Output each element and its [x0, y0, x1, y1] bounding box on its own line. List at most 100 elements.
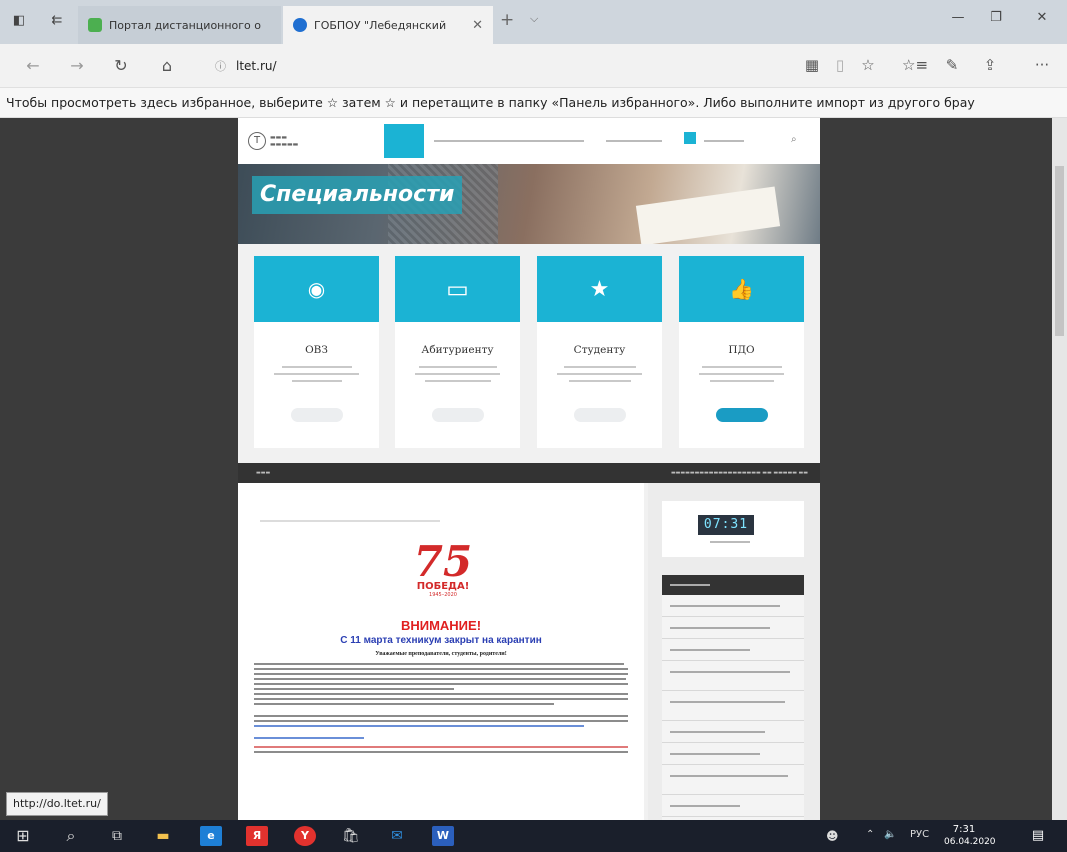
- paragraph: [254, 693, 628, 708]
- yandex-icon[interactable]: Я: [246, 826, 268, 846]
- card-title: ОВЗ: [305, 344, 328, 356]
- more-icon[interactable]: ···: [1030, 56, 1054, 74]
- logo-text: ▬▬▬ ▬▬▬▬▬: [270, 134, 299, 148]
- start-button-icon[interactable]: ⊞: [12, 826, 34, 846]
- show-hidden-icons-chevron-icon[interactable]: ⌃: [866, 829, 874, 840]
- card-button[interactable]: [291, 408, 343, 422]
- sidebar-item[interactable]: [662, 765, 804, 795]
- feature-cards: ◉ ОВЗ ▭ Абитуриенту ★ Студенту 👍 ПДО: [254, 256, 804, 448]
- banner-paper: [635, 186, 781, 244]
- reading-view-icon[interactable]: ▦: [800, 56, 824, 74]
- star-icon[interactable]: ☆: [856, 56, 880, 74]
- language-indicator[interactable]: РУС: [910, 829, 929, 840]
- notifications-icon[interactable]: ▤: [1028, 826, 1048, 846]
- sidebar-item[interactable]: [662, 795, 804, 817]
- yandex-browser-icon[interactable]: Y: [294, 826, 316, 846]
- edge-icon[interactable]: e: [200, 826, 222, 846]
- card-ovz[interactable]: ◉ ОВЗ: [254, 256, 379, 448]
- card-header: ◉: [254, 256, 379, 322]
- tab-portal[interactable]: Портал дистанционного о: [78, 6, 281, 44]
- status-url-tooltip: http://do.ltet.ru/: [6, 792, 108, 816]
- card-student[interactable]: ★ Студенту: [537, 256, 662, 448]
- address-bar[interactable]: ⓘ ltet.ru/: [215, 54, 795, 78]
- site-logo[interactable]: Т ▬▬▬ ▬▬▬▬▬: [248, 130, 322, 152]
- site-search-icon[interactable]: ⌕: [791, 134, 797, 145]
- card-button-active[interactable]: [716, 408, 768, 422]
- tab-title: ГОБПОУ "Лебедянский: [314, 18, 447, 32]
- card-button[interactable]: [432, 408, 484, 422]
- card-description: [699, 366, 784, 387]
- website: Т ▬▬▬ ▬▬▬▬▬ ⌕ Специальности ◉ ОВЗ ▭ Абит…: [238, 118, 820, 820]
- word-icon[interactable]: W: [432, 826, 454, 846]
- info-bar-right: ▬▬▬▬▬▬▬▬▬▬▬▬▬▬▬▬▬▬▬ ▬▬ ▬▬▬▬▬ ▬▬: [670, 470, 808, 476]
- sidebar-item[interactable]: [662, 691, 804, 721]
- clock-time: 7:31: [952, 824, 976, 835]
- logo-emblem-icon: Т: [248, 132, 266, 150]
- clock-date: 06.04.2020: [944, 837, 996, 847]
- banner-title: Специальности: [252, 176, 463, 214]
- paragraph: [254, 746, 628, 756]
- forward-button[interactable]: →: [66, 56, 88, 75]
- clock-date: [710, 541, 750, 543]
- sidebar-item[interactable]: [662, 595, 804, 617]
- sidebar: 07:31: [648, 483, 820, 820]
- card-abiturient[interactable]: ▭ Абитуриенту: [395, 256, 520, 448]
- nav-badge-icon: [684, 132, 696, 144]
- split-icon[interactable]: ▯: [828, 56, 852, 74]
- clock-widget: 07:31: [662, 501, 804, 557]
- portal-favicon-icon: [88, 18, 102, 32]
- clock-face: 07:31: [698, 515, 754, 535]
- info-bar-left: ▬▬▬: [256, 470, 271, 476]
- logo-word: ПОБЕДА!: [416, 581, 470, 592]
- nav-item[interactable]: [698, 124, 758, 158]
- card-button[interactable]: [574, 408, 626, 422]
- page-viewport: Т ▬▬▬ ▬▬▬▬▬ ⌕ Специальности ◉ ОВЗ ▭ Абит…: [0, 118, 1052, 820]
- home-button[interactable]: ⌂: [156, 56, 178, 75]
- close-tab-icon[interactable]: ✕: [472, 18, 483, 33]
- link-line[interactable]: [254, 737, 628, 742]
- tab-preview-icon[interactable]: ◧: [10, 12, 28, 30]
- sidebar-item[interactable]: [662, 617, 804, 639]
- paragraph: [254, 715, 628, 730]
- volume-icon[interactable]: 🔈: [884, 829, 896, 840]
- clock[interactable]: 7:31 06.04.2020: [944, 823, 996, 849]
- minimize-button[interactable]: —: [938, 10, 978, 25]
- set-aside-tabs-icon[interactable]: ⇇: [48, 12, 66, 30]
- close-window-button[interactable]: ✕: [1022, 10, 1062, 25]
- main-content: 75 ПОБЕДА! 1945–2020 ВНИМАНИЕ! С 11 март…: [238, 483, 644, 820]
- sidebar-item[interactable]: [662, 639, 804, 661]
- card-title: Абитуриенту: [421, 344, 494, 356]
- refresh-button[interactable]: ↻: [110, 56, 132, 75]
- task-view-icon[interactable]: ⧉: [106, 826, 128, 846]
- file-explorer-icon[interactable]: ▬: [152, 826, 174, 846]
- card-description: [274, 366, 359, 387]
- browser-tab-bar: ◧ ⇇ Портал дистанционного о ГОБПОУ "Лебе…: [0, 0, 1067, 44]
- nav-item[interactable]: [600, 124, 670, 158]
- share-icon[interactable]: ⇪: [978, 56, 1002, 74]
- scrollbar-thumb[interactable]: [1055, 166, 1064, 336]
- pen-icon[interactable]: ✎: [940, 56, 964, 74]
- mail-icon[interactable]: ✉: [386, 826, 408, 846]
- tab-gobpou[interactable]: ГОБПОУ "Лебедянский ✕: [283, 6, 493, 44]
- victory-75-logo: 75 ПОБЕДА! 1945–2020: [408, 541, 478, 603]
- maximize-button[interactable]: ❐: [976, 10, 1016, 25]
- card-pdo[interactable]: 👍 ПДО: [679, 256, 804, 448]
- store-icon[interactable]: 🛍: [340, 826, 362, 846]
- nav-item[interactable]: [428, 124, 598, 158]
- nav-item-active[interactable]: [384, 124, 424, 158]
- new-tab-button[interactable]: +: [500, 10, 514, 30]
- site-favicon-icon: [293, 18, 307, 32]
- sidebar-menu-header: [662, 575, 804, 595]
- sidebar-item[interactable]: [662, 743, 804, 765]
- search-icon[interactable]: ⌕: [60, 826, 82, 846]
- tab-list-chevron-icon[interactable]: ⌵: [530, 12, 538, 26]
- favorites-icon[interactable]: ☆≡: [902, 56, 928, 74]
- people-icon[interactable]: ☻: [826, 829, 839, 843]
- monitor-icon: ▭: [446, 275, 469, 303]
- back-button[interactable]: ←: [22, 56, 44, 75]
- vertical-scrollbar[interactable]: [1052, 118, 1067, 820]
- sidebar-item[interactable]: [662, 661, 804, 691]
- site-info-icon[interactable]: ⓘ: [215, 58, 226, 74]
- sidebar-item[interactable]: [662, 721, 804, 743]
- greeting: Уважаемые преподаватели, студенты, родит…: [375, 651, 507, 657]
